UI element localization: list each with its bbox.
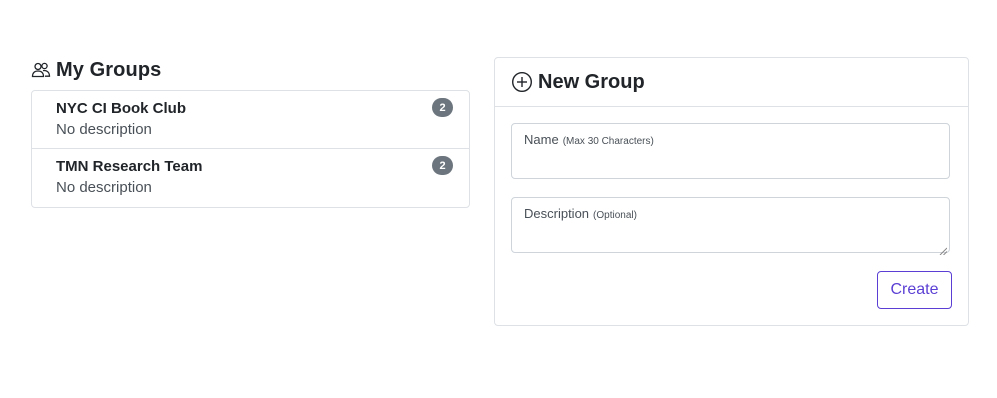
description-label: Description (Optional) — [524, 206, 637, 221]
page: My Groups NYC CI Book Club No descriptio… — [0, 0, 997, 398]
people-icon — [31, 60, 51, 80]
new-group-header: New Group — [495, 58, 968, 107]
group-name: TMN Research Team — [56, 158, 203, 175]
group-list: NYC CI Book Club No description 2 TMN Re… — [31, 90, 470, 208]
description-textarea[interactable] — [512, 220, 949, 250]
group-item-nyc-ci-book-club[interactable]: NYC CI Book Club No description 2 — [32, 91, 469, 149]
description-label-text: Description — [524, 206, 590, 221]
my-groups-section: My Groups NYC CI Book Club No descriptio… — [31, 56, 470, 208]
resize-grip-icon[interactable] — [939, 242, 948, 256]
member-count-badge: 2 — [432, 156, 453, 175]
description-field: Description (Optional) — [511, 197, 950, 256]
plus-circle-icon — [511, 71, 533, 93]
new-group-card: New Group Name (Max 30 Characters) Descri… — [494, 57, 969, 326]
group-item-tmn-research-team[interactable]: TMN Research Team No description 2 — [32, 149, 469, 207]
name-input[interactable] — [512, 146, 949, 176]
member-count-badge: 2 — [432, 98, 453, 117]
name-field: Name (Max 30 Characters) — [511, 123, 950, 179]
create-button[interactable]: Create — [877, 271, 952, 309]
name-label-text: Name — [524, 132, 559, 147]
group-name: NYC CI Book Club — [56, 100, 186, 117]
my-groups-title: My Groups — [56, 58, 162, 81]
my-groups-header: My Groups — [31, 56, 470, 84]
new-group-title: New Group — [538, 70, 645, 93]
group-description: No description — [56, 121, 152, 138]
group-description: No description — [56, 179, 152, 196]
name-label: Name (Max 30 Characters) — [524, 132, 654, 147]
